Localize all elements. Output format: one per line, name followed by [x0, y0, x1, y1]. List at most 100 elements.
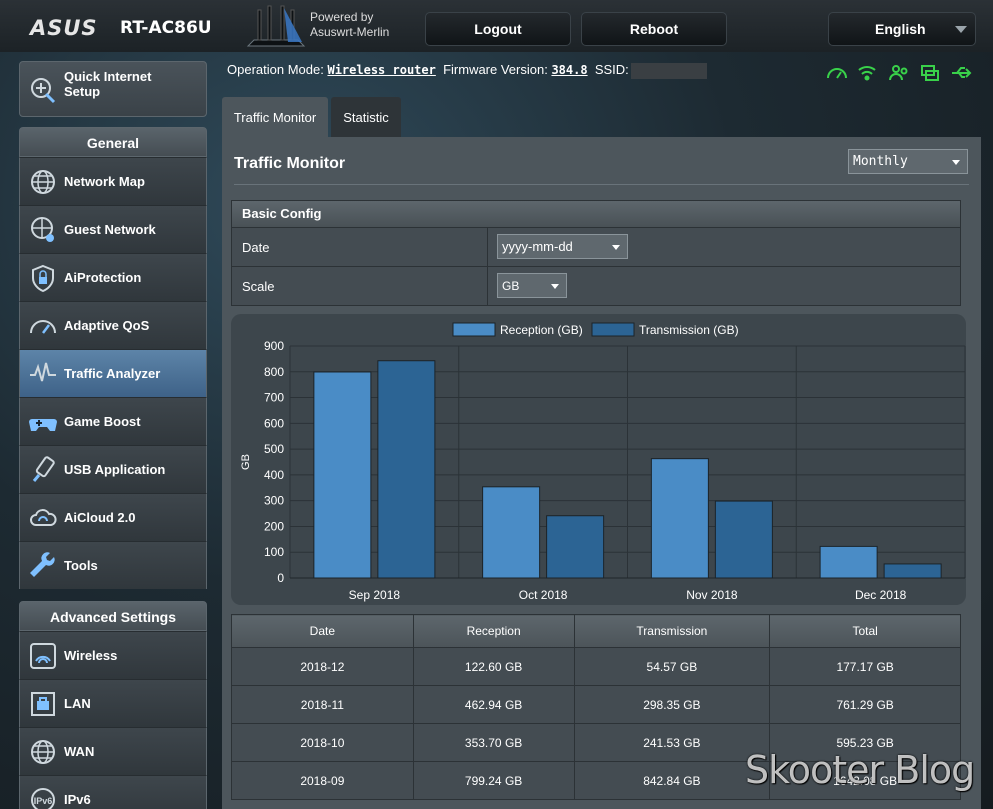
table-row: 2018-12 122.60 GB 54.57 GB 177.17 GB [231, 647, 961, 686]
tab-traffic-monitor[interactable]: Traffic Monitor [222, 97, 328, 137]
scale-select[interactable]: GB [497, 273, 567, 298]
basic-config-table: Basic Config Date yyyy-mm-dd Scale GB [231, 200, 961, 306]
table-cell: 2018-09 [231, 761, 414, 800]
sidebar-item-label: Game Boost [64, 414, 141, 429]
sidebar-item-wan[interactable]: WAN [19, 727, 207, 775]
wrench-icon [30, 552, 55, 577]
transmission-bar [377, 360, 436, 579]
scale-row: Scale GB [231, 267, 961, 306]
operation-status-bar: Operation Mode: Wireless router Firmware… [227, 62, 707, 79]
table-cell: 799.24 GB [412, 761, 575, 800]
sidebar-item-label: Wireless [64, 648, 118, 663]
router-icon [246, 5, 306, 47]
powered-by-label: Powered by [310, 10, 374, 24]
sidebar-item-network-map[interactable]: Network Map [19, 157, 207, 205]
basic-config-title: Basic Config [231, 200, 961, 228]
sidebar-item-aiprotection[interactable]: AiProtection [19, 253, 207, 301]
page-title: Traffic Monitor [234, 155, 346, 172]
table-cell: 2018-12 [231, 647, 414, 686]
scale-label: Scale [242, 279, 275, 294]
logout-button[interactable]: Logout [425, 12, 571, 46]
table-cell: 298.35 GB [573, 685, 771, 724]
status-icons [827, 65, 972, 81]
sidebar-item-tools[interactable]: Tools [19, 541, 207, 589]
usb-status-icon[interactable] [952, 67, 972, 78]
scale-select-value: GB [502, 278, 520, 293]
sidebar-item-game-boost[interactable]: Game Boost [19, 397, 207, 445]
title-divider [234, 184, 969, 185]
wifi-status-icon[interactable] [858, 66, 876, 81]
legend-reception-swatch [452, 322, 496, 337]
clients-status-icon[interactable] [889, 65, 908, 81]
table-cell: 2018-10 [231, 723, 414, 762]
transmission-bar [546, 515, 605, 579]
sidebar-item-wireless[interactable]: Wireless [19, 631, 207, 679]
firmware-version-label: Firmware Version: [443, 62, 548, 77]
sidebar-item-aicloud-2-0[interactable]: AiCloud 2.0 [19, 493, 207, 541]
sidebar-item-label: AiProtection [64, 270, 142, 285]
y-tick-label: 0 [277, 571, 284, 585]
legend-label: Reception (GB) [500, 323, 583, 337]
tab-statistic[interactable]: Statistic [331, 97, 401, 137]
sidebar-item-label: AiCloud 2.0 [64, 510, 136, 525]
firmware-version-link[interactable]: 384.8 [551, 63, 587, 77]
language-select[interactable]: English [828, 12, 976, 46]
brand-logo: ASUS [30, 16, 98, 40]
y-tick-label: 900 [264, 339, 284, 353]
quick-setup-label: Quick Internet Setup [64, 69, 151, 99]
chevron-down-icon [612, 244, 620, 250]
sidebar-item-label: Traffic Analyzer [64, 366, 161, 381]
sidebar-item-guest-network[interactable]: Guest Network [19, 205, 207, 253]
operation-mode-label: Operation Mode: [227, 62, 324, 77]
transmission-bar [714, 500, 773, 579]
chevron-down-icon [551, 283, 559, 289]
gauge-icon [30, 320, 56, 334]
table-cell: 177.17 GB [769, 647, 961, 686]
sidebar-item-usb-application[interactable]: USB Application [19, 445, 207, 493]
firmware-brand-label: Asuswrt-Merlin [310, 25, 390, 39]
operation-mode-link[interactable]: Wireless router [327, 63, 435, 77]
table-header-row: Date Reception Transmission Total [231, 614, 961, 648]
reception-bar [819, 545, 878, 579]
sidebar-item-traffic-analyzer[interactable]: Traffic Analyzer [19, 349, 207, 397]
reboot-button[interactable]: Reboot [581, 12, 727, 46]
column-header-reception: Reception [412, 614, 575, 648]
table-cell: 54.57 GB [573, 647, 771, 686]
y-tick-label: 700 [264, 391, 284, 405]
advanced-settings-title: Advanced Settings [19, 601, 207, 631]
watermark-text: Skooter Blog [745, 748, 975, 792]
legend-label: Transmission (GB) [639, 323, 739, 337]
sidebar-item-adaptive-qos[interactable]: Adaptive QoS [19, 301, 207, 349]
table-cell: 2018-11 [231, 685, 414, 724]
guest-network-icon [31, 217, 54, 242]
x-tick-label: Nov 2018 [686, 588, 738, 602]
devices-status-icon[interactable] [921, 65, 939, 81]
quick-setup-icon [31, 78, 56, 104]
ipv6-icon: IPv6 [31, 788, 55, 809]
chevron-down-icon [952, 159, 960, 165]
reception-bar [482, 486, 541, 579]
sidebar-item-lan[interactable]: LAN [19, 679, 207, 727]
quick-internet-setup-button[interactable]: Quick Internet Setup [19, 61, 207, 117]
shield-icon [32, 264, 54, 293]
table-cell: 241.53 GB [573, 723, 771, 762]
powered-by-text: Powered by Asuswrt-Merlin [310, 10, 389, 40]
sidebar-item-label: USB Application [64, 462, 166, 477]
ssid-redacted [630, 62, 707, 79]
quick-setup-line1: Quick Internet [64, 69, 152, 84]
general-section-title: General [19, 127, 207, 157]
gamepad-icon [29, 419, 57, 431]
usb-icon [32, 456, 55, 482]
x-tick-label: Dec 2018 [855, 588, 907, 602]
internet-status-icon[interactable] [827, 68, 847, 79]
table-cell: 122.60 GB [412, 647, 575, 686]
sidebar-item-ipv6[interactable]: IPv6 IPv6 [19, 775, 207, 809]
date-select[interactable]: yyyy-mm-dd [497, 234, 628, 259]
transmission-bar [883, 563, 942, 579]
period-select[interactable]: Monthly [848, 149, 968, 174]
cloud-icon [30, 509, 57, 526]
traffic-chart-svg: 0 100 200 300 400 500 600 700 800 900 GB Sep 2018 Oc… [240, 322, 966, 602]
legend-transmission-swatch [591, 322, 635, 337]
date-select-value: yyyy-mm-dd [502, 239, 573, 254]
reception-bar [650, 458, 709, 579]
